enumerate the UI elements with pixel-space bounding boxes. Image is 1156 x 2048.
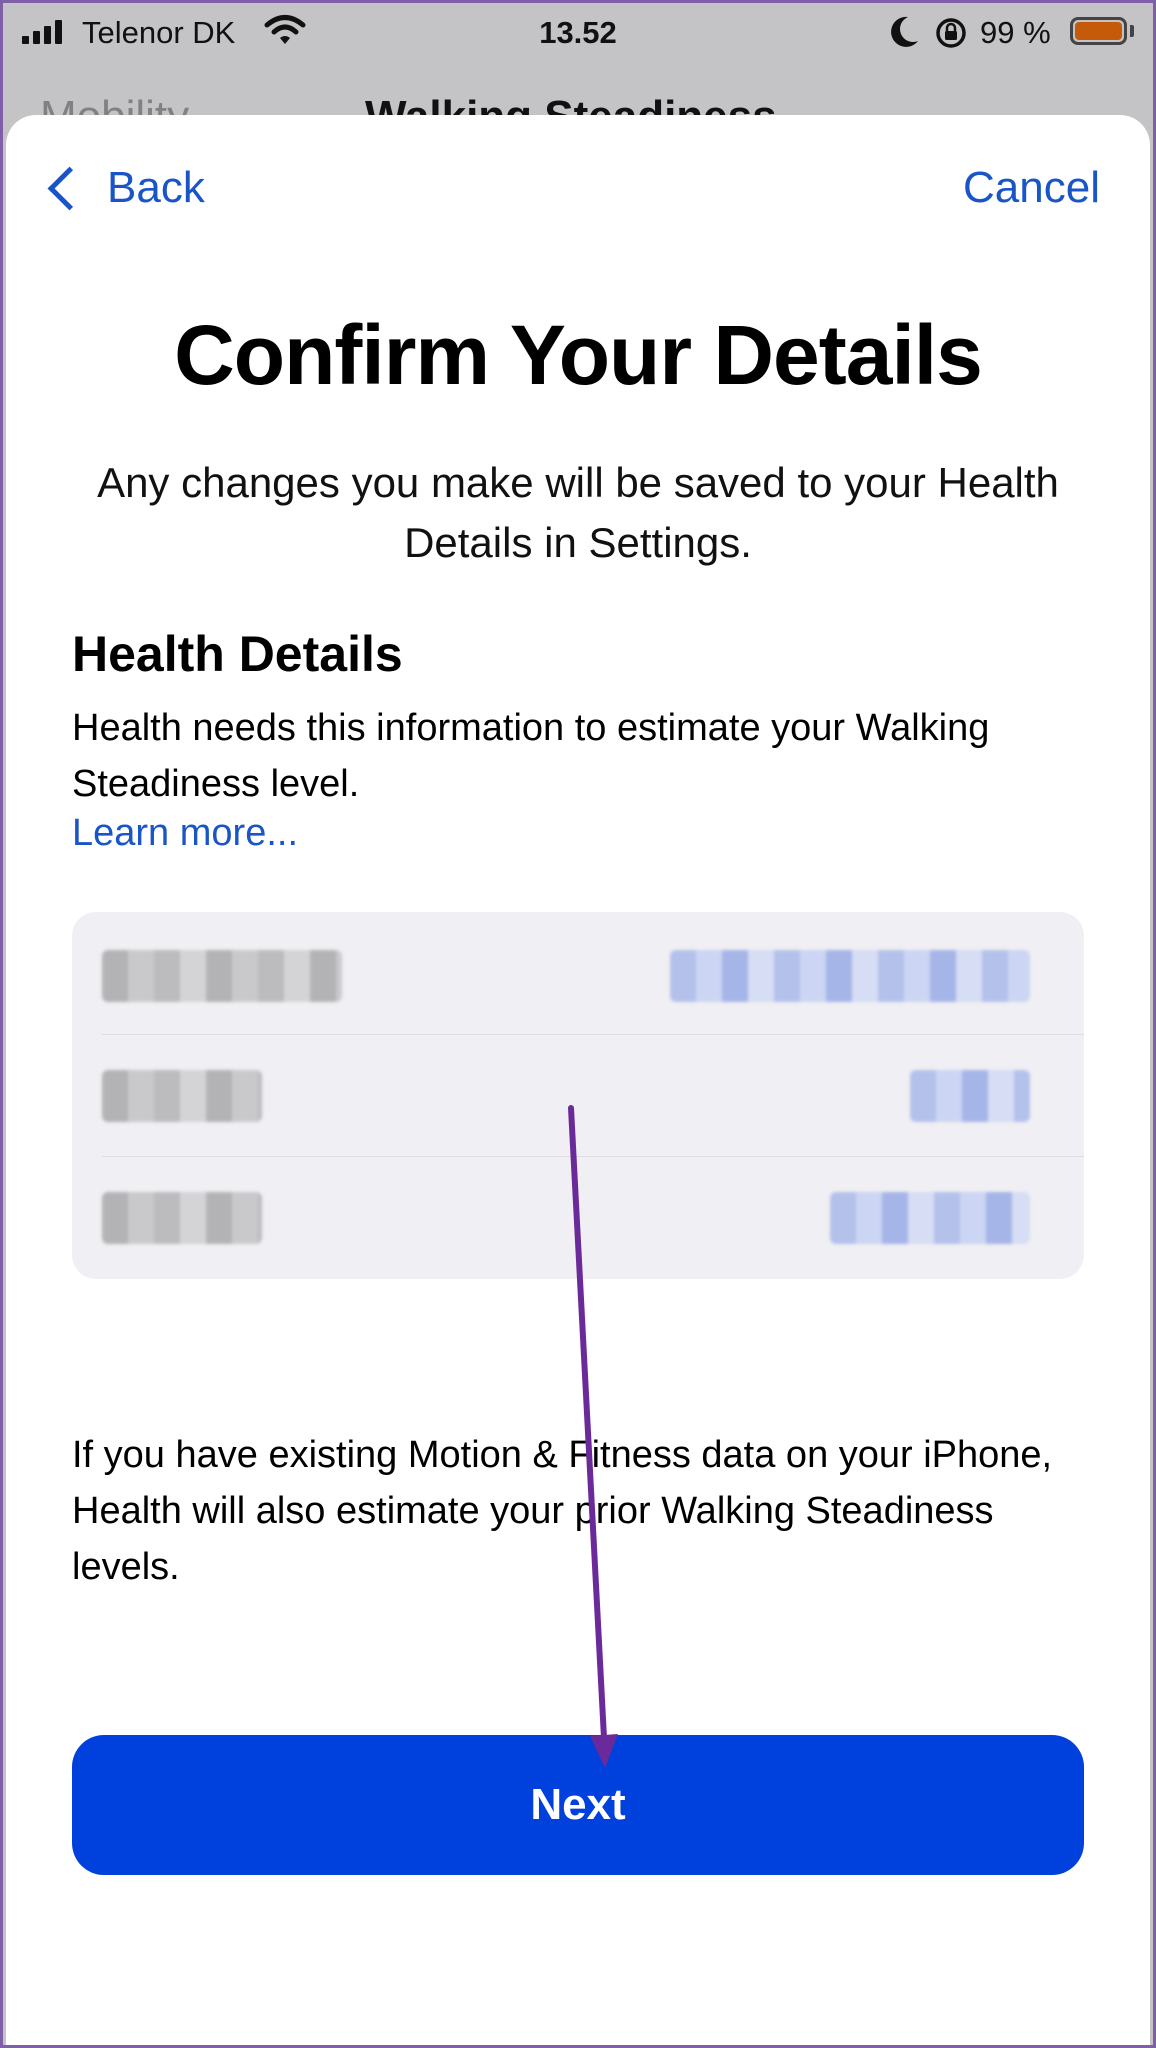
modal-sheet: Back Cancel Confirm Your Details Any cha… [6,115,1150,2045]
pixelated-value [910,1070,1030,1122]
battery-level-fill [1075,22,1122,40]
health-details-card [72,912,1084,1279]
pixelated-value [670,950,1030,1002]
battery-cap [1130,25,1134,37]
page-title: Confirm Your Details [174,308,983,402]
section-heading: Health Details [72,626,403,682]
pixelated-label [102,950,342,1002]
cancel-button[interactable]: Cancel [963,163,1100,213]
section-description: Health needs this information to estimat… [72,707,990,805]
next-button[interactable]: Next [72,1735,1084,1875]
chevron-left-icon [47,166,92,210]
pixelated-value [830,1192,1030,1244]
motion-fitness-note: If you have existing Motion & Fitness da… [72,1434,1053,1588]
page-subtitle: Any changes you make will be saved to yo… [97,459,1059,566]
pixelated-label [102,1192,262,1244]
back-button[interactable]: Back [44,163,205,213]
pixelated-label [102,1070,262,1122]
back-button-label: Back [107,163,205,212]
health-detail-row[interactable] [72,912,1084,1034]
health-detail-row[interactable] [72,1034,1084,1156]
status-bar: Telenor DK 13.52 99 % [0,0,1156,68]
do-not-disturb-moon-icon [891,16,918,47]
learn-more-link[interactable]: Learn more... [72,812,298,855]
rotation-lock-icon [936,18,966,48]
battery-icon [1070,17,1127,45]
health-detail-row[interactable] [72,1156,1084,1278]
battery-percentage: 99 % [980,15,1051,50]
